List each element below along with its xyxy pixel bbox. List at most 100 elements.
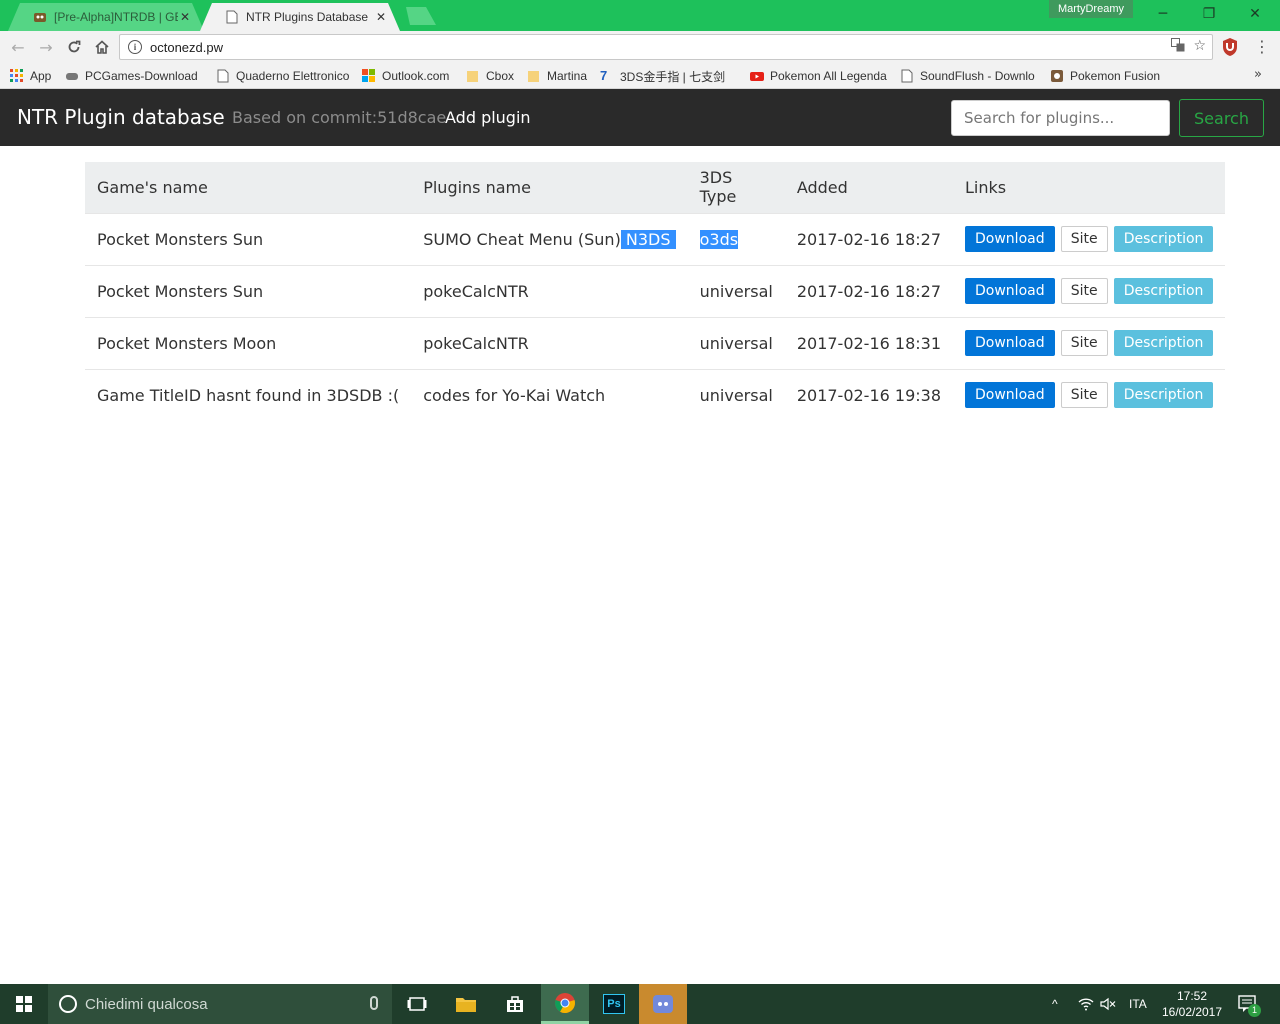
description-button[interactable]: Description: [1113, 382, 1214, 409]
start-button[interactable]: [0, 984, 48, 1024]
3ds-type: universal: [699, 281, 773, 301]
system-clock[interactable]: 17:52 16/02/2017: [1160, 988, 1224, 1020]
search-button[interactable]: Search: [1179, 99, 1264, 137]
address-bar[interactable]: i octonezd.pw ☆: [119, 34, 1213, 60]
page-icon: [901, 69, 913, 83]
discord-icon[interactable]: [639, 984, 687, 1024]
home-icon[interactable]: [90, 36, 114, 58]
links-cell: Download Site Description: [953, 317, 1225, 369]
clock-date: 16/02/2017: [1161, 1005, 1223, 1019]
page-favicon-icon: [224, 9, 240, 25]
description-button[interactable]: Description: [1113, 278, 1214, 304]
volume-muted-icon[interactable]: [1100, 984, 1116, 1024]
download-button[interactable]: Download: [965, 330, 1055, 356]
table-header-row: Game's name Plugins name 3DS Type Added …: [85, 162, 1226, 213]
bookmark-label: Pokemon Fusion: [1070, 69, 1161, 83]
game-name: Pocket Monsters Sun: [97, 229, 264, 249]
seven-logo-icon: 7: [600, 68, 608, 83]
reload-icon[interactable]: [62, 36, 86, 58]
tab-title: NTR Plugins Database: [246, 10, 369, 24]
more-bookmarks-icon[interactable]: »: [1254, 67, 1262, 82]
links-cell: Download Site Description: [953, 265, 1225, 317]
browser-titlebar: [Pre-Alpha]NTRDB | GBA ✕ NTR Plugins Dat…: [0, 0, 1280, 31]
minimize-icon[interactable]: ─: [1140, 0, 1186, 28]
show-hidden-icons-icon[interactable]: ^: [1052, 984, 1070, 1024]
microphone-icon[interactable]: [370, 996, 378, 1010]
tab-ntr-plugins-database[interactable]: NTR Plugins Database ✕: [200, 3, 400, 31]
bookmark-apps[interactable]: App: [10, 67, 62, 85]
bookmark-cbox[interactable]: Cbox: [466, 67, 520, 85]
translate-icon[interactable]: [1171, 38, 1185, 56]
bookmark-soundflush[interactable]: SoundFlush - Downlo: [900, 67, 1040, 85]
table-row: Pocket Monsters Sun SUMO Cheat Menu (Sun…: [85, 213, 1226, 265]
action-center-icon[interactable]: 1: [1238, 984, 1261, 1024]
input-language[interactable]: ITA: [1129, 984, 1147, 1024]
3ds-type: universal: [699, 385, 773, 405]
site-info-icon[interactable]: i: [128, 40, 142, 54]
plugin-tag-selected: N3DS: [620, 229, 676, 249]
bookmark-3ds-cheats[interactable]: 7 3DS金手指 | 七支剑: [600, 67, 738, 85]
plugin-name: pokeCalcNTR: [423, 281, 529, 301]
added-date: 2017-02-16 18:27: [796, 281, 942, 301]
bookmark-outlook[interactable]: Outlook.com: [362, 67, 458, 85]
plugin-tag: N3DS: [625, 229, 671, 249]
youtube-icon: [750, 72, 764, 81]
close-window-icon[interactable]: ✕: [1232, 0, 1278, 28]
bookmark-pokemon-fusion[interactable]: Pokemon Fusion: [1050, 67, 1162, 85]
3ds-type: o3ds: [688, 213, 785, 265]
clock-time: 17:52: [1176, 989, 1208, 1003]
forward-arrow-icon[interactable]: →: [34, 36, 58, 58]
close-tab-icon[interactable]: ✕: [178, 10, 192, 24]
menu-dots-icon[interactable]: ⋮: [1254, 37, 1270, 57]
bookmark-label: Quaderno Elettronico: [236, 69, 350, 83]
task-view-icon[interactable]: [393, 984, 441, 1024]
new-tab-button[interactable]: [400, 7, 436, 25]
plugin-name: pokeCalcNTR: [423, 333, 529, 353]
site-button[interactable]: Site: [1060, 330, 1108, 356]
tab-ntrdb-gba[interactable]: [Pre-Alpha]NTRDB | GBA ✕: [8, 3, 204, 31]
download-button[interactable]: Download: [965, 226, 1055, 252]
site-button[interactable]: Site: [1060, 382, 1108, 409]
profile-button[interactable]: MartyDreamy: [1049, 0, 1133, 18]
bookmark-pokemon-all-legenda[interactable]: Pokemon All Legenda: [750, 67, 888, 85]
windows-taskbar: Chiedimi qualcosa Ps ^ ITA 17:52 16/02/2…: [0, 984, 1280, 1024]
game-name: Game TitleID hasnt found in 3DSDB :(: [97, 385, 400, 405]
chrome-taskbar-icon[interactable]: [541, 984, 589, 1024]
photoshop-icon[interactable]: Ps: [590, 984, 638, 1024]
table-row: Game TitleID hasnt found in 3DSDB :( cod…: [85, 369, 1226, 421]
commit-link[interactable]: Based on commit:51d8cae: [232, 108, 446, 127]
bookmark-martina[interactable]: Martina: [527, 67, 593, 85]
ntrdb-favicon-icon: [32, 9, 48, 25]
game-name: Pocket Monsters Sun: [97, 281, 264, 301]
wifi-icon[interactable]: [1078, 984, 1094, 1024]
file-explorer-icon[interactable]: [442, 984, 490, 1024]
3ds-type: universal: [699, 333, 773, 353]
bookmark-label: Cbox: [486, 69, 515, 83]
plugins-table-container: Game's name Plugins name 3DS Type Added …: [85, 162, 1226, 421]
site-button[interactable]: Site: [1060, 278, 1108, 304]
type-selected: o3ds: [699, 229, 739, 249]
table-row: Pocket Monsters Sun pokeCalcNTR universa…: [85, 265, 1226, 317]
url-text: octonezd.pw: [150, 39, 223, 55]
ublock-extension-icon[interactable]: [1221, 37, 1239, 57]
download-button[interactable]: Download: [965, 278, 1055, 304]
links-cell: Download Site Description: [953, 213, 1225, 265]
back-arrow-icon[interactable]: ←: [6, 36, 30, 58]
description-button[interactable]: Description: [1113, 330, 1214, 356]
cortana-search-box[interactable]: Chiedimi qualcosa: [48, 984, 392, 1024]
download-button[interactable]: Download: [965, 382, 1055, 409]
add-plugin-link[interactable]: Add plugin: [445, 108, 531, 127]
restore-icon[interactable]: ❐: [1186, 0, 1232, 28]
site-brand[interactable]: NTR Plugin database: [17, 105, 225, 129]
description-button[interactable]: Description: [1113, 226, 1214, 252]
bookmark-star-icon[interactable]: ☆: [1193, 38, 1206, 56]
bookmark-pcgames-download[interactable]: PCGames-Download: [65, 67, 205, 85]
plugin-name: SUMO Cheat Menu (Sun) N3DS: [411, 213, 687, 265]
close-tab-icon[interactable]: ✕: [374, 10, 388, 24]
search-input[interactable]: [951, 100, 1170, 136]
bookmark-label: Pokemon All Legenda: [770, 69, 887, 83]
bookmark-quaderno-elettronico[interactable]: Quaderno Elettronico: [216, 67, 354, 85]
added-date: 2017-02-16 18:31: [796, 333, 942, 353]
store-icon[interactable]: [491, 984, 539, 1024]
site-button[interactable]: Site: [1060, 226, 1108, 252]
